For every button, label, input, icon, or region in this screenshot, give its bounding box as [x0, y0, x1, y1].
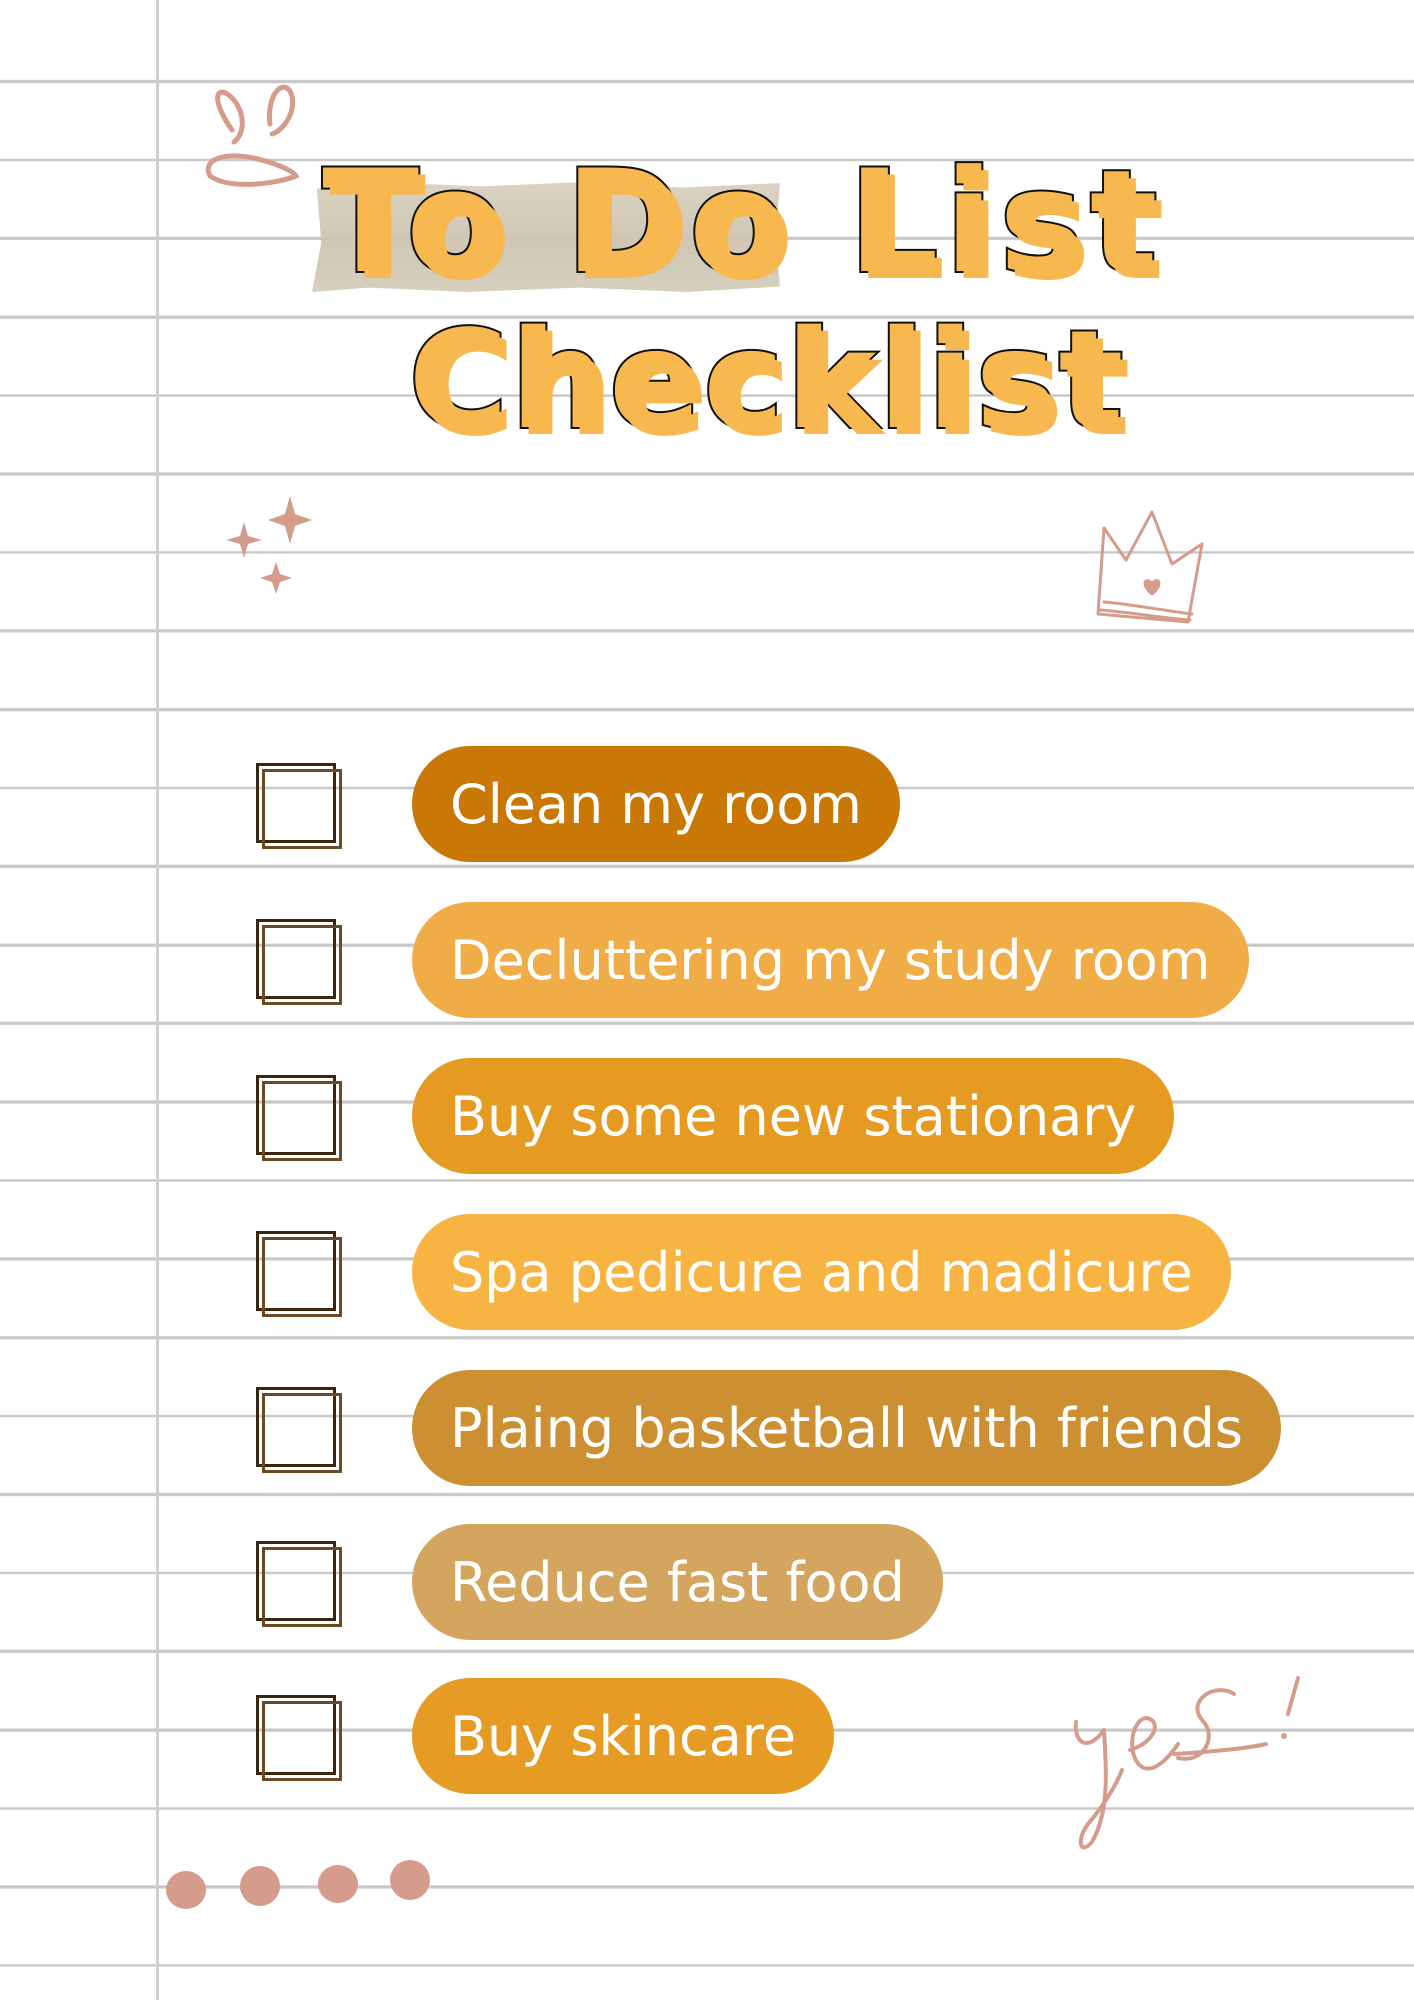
- task-checkbox[interactable]: [256, 763, 342, 849]
- task-checkbox[interactable]: [256, 919, 342, 1005]
- task-checkbox[interactable]: [256, 1387, 342, 1473]
- task-item: Reduce fast food: [0, 1522, 1414, 1642]
- page-title-line-1: To Do List: [320, 138, 1164, 307]
- task-label: Spa pedicure and madicure: [412, 1214, 1231, 1330]
- crown-icon: [1096, 510, 1204, 624]
- task-label: Buy some new stationary: [412, 1058, 1175, 1174]
- task-item: Spa pedicure and madicure: [0, 1212, 1414, 1332]
- dots-icon: [166, 1860, 430, 1909]
- task-item: Buy some new stationary: [0, 1056, 1414, 1176]
- page-title-line-2: Checklist: [406, 300, 1126, 462]
- task-label: Reduce fast food: [412, 1524, 943, 1640]
- task-label: Plaing basketball with friends: [412, 1370, 1281, 1486]
- task-item: Clean my room: [0, 744, 1414, 864]
- task-checkbox[interactable]: [256, 1075, 342, 1161]
- task-checkbox[interactable]: [256, 1541, 342, 1627]
- task-label: Decluttering my study room: [412, 902, 1249, 1018]
- yes-handwriting: [1073, 1676, 1300, 1850]
- task-checkbox[interactable]: [256, 1695, 342, 1781]
- task-item: Decluttering my study room: [0, 900, 1414, 1020]
- task-label: Buy skincare: [412, 1678, 835, 1794]
- task-checkbox[interactable]: [256, 1231, 342, 1317]
- task-label: Clean my room: [412, 746, 900, 862]
- task-item: Plaing basketball with friends: [0, 1368, 1414, 1488]
- sparkles-icon: [226, 496, 312, 594]
